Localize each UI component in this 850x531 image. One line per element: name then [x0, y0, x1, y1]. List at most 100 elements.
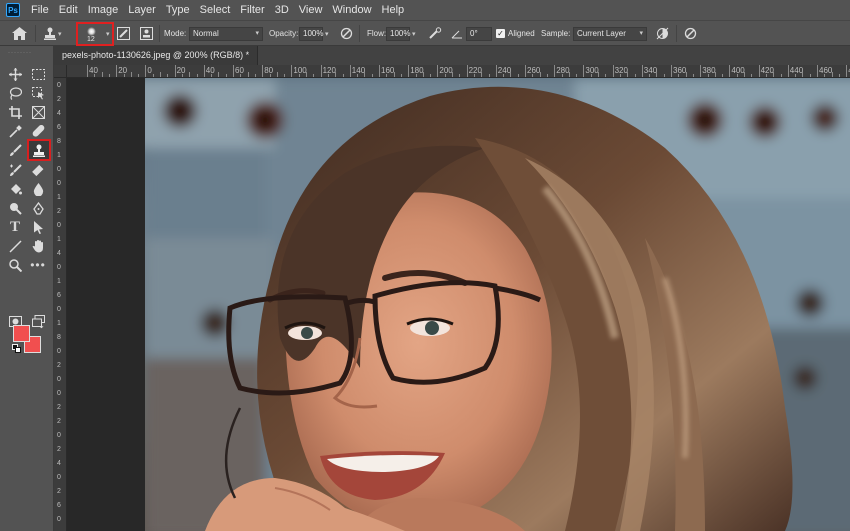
- lasso-tool[interactable]: [5, 84, 25, 102]
- ruler-minor-tick: [160, 72, 161, 77]
- ruler-minor-tick: [196, 74, 198, 77]
- zoom-tool[interactable]: [5, 256, 25, 274]
- ruler-tick-label: 0: [57, 474, 61, 481]
- sample-select[interactable]: Current Layer ▾: [573, 21, 647, 46]
- ruler-tick-label: 2: [57, 418, 61, 425]
- ruler-tick-label: 0: [57, 82, 61, 89]
- checkbox-checked-icon[interactable]: ✓: [496, 29, 505, 38]
- airbrush-button[interactable]: [428, 21, 442, 46]
- brush-tool[interactable]: [5, 141, 25, 159]
- eraser-tool[interactable]: [28, 161, 48, 179]
- ruler-minor-tick: [561, 74, 563, 77]
- screen-mode-button[interactable]: [28, 312, 48, 330]
- healing-brush-tool[interactable]: [28, 122, 48, 140]
- aligned-checkbox[interactable]: ✓ Aligned: [496, 21, 535, 46]
- menu-image[interactable]: Image: [83, 0, 124, 20]
- paint-bucket-icon: [10, 183, 22, 194]
- ruler-minor-tick: [780, 74, 782, 77]
- brush-preset-picker[interactable]: 12 ▾: [76, 22, 114, 46]
- blur-tool[interactable]: [28, 180, 48, 198]
- frame-tool[interactable]: [28, 103, 48, 121]
- opacity-field[interactable]: 100% ▾: [299, 21, 329, 46]
- menu-view[interactable]: View: [294, 0, 328, 20]
- ruler-tick: [466, 65, 468, 77]
- hand-tool[interactable]: [28, 237, 48, 255]
- ignore-adjustment-layers-button[interactable]: [656, 21, 669, 46]
- ruler-tick-label: 300: [585, 66, 599, 75]
- ruler-minor-tick: [590, 74, 592, 77]
- ruler-minor-tick: [211, 74, 213, 77]
- ruler-minor-tick: [94, 74, 96, 77]
- ruler-tick: [379, 65, 380, 77]
- foreground-color-swatch[interactable]: [13, 325, 30, 342]
- chevron-down-icon[interactable]: ▾: [412, 30, 416, 38]
- marquee-tool[interactable]: [28, 65, 48, 83]
- history-brush-tool[interactable]: [5, 161, 25, 179]
- frame-icon: [31, 105, 45, 119]
- ruler-minor-tick: [101, 72, 103, 77]
- menu-edit[interactable]: Edit: [54, 0, 83, 20]
- default-colors-icon[interactable]: [12, 344, 21, 353]
- ruler-minor-tick: [327, 74, 329, 77]
- crop-tool[interactable]: [5, 103, 25, 121]
- pressure-opacity-button[interactable]: [340, 21, 353, 46]
- menu-help[interactable]: Help: [377, 0, 410, 20]
- path-select-tool[interactable]: [28, 218, 48, 236]
- brush-icon: [9, 143, 22, 156]
- flow-value[interactable]: 100%: [386, 26, 410, 41]
- ruler-minor-tick: [692, 74, 694, 77]
- chevron-down-icon[interactable]: ▾: [325, 30, 329, 38]
- mode-select[interactable]: Normal ▾: [189, 21, 263, 46]
- pressure-icon: [340, 27, 353, 40]
- menu-select[interactable]: Select: [195, 0, 236, 20]
- horizontal-ruler[interactable]: 40 20 0 20 40 60 80 100 120 140 160 180 200 220 240 260…: [67, 65, 850, 78]
- ruler-tick-label: 1: [57, 320, 61, 327]
- ruler-tick-label: 320: [614, 66, 628, 75]
- eyedropper-tool[interactable]: [5, 122, 25, 140]
- dodge-tool[interactable]: [5, 199, 25, 217]
- brush-settings-button[interactable]: [117, 21, 130, 46]
- document-tab[interactable]: pexels-photo-1130626.jpeg @ 200% (RGB/8)…: [54, 46, 259, 65]
- pen-tool[interactable]: [28, 199, 48, 217]
- ruler-tick-label: 260: [527, 66, 541, 75]
- menu-file[interactable]: File: [26, 0, 54, 20]
- menu-filter[interactable]: Filter: [235, 0, 269, 20]
- magnifier-icon: [8, 258, 22, 272]
- chevron-down-icon: ▾: [639, 29, 643, 37]
- type-tool[interactable]: T: [5, 218, 25, 236]
- ruler-tick-label: 100: [293, 66, 307, 75]
- pressure-size-button[interactable]: [684, 21, 697, 46]
- move-tool[interactable]: [5, 65, 25, 83]
- menu-3d[interactable]: 3D: [270, 0, 294, 20]
- angle-field[interactable]: 0°: [451, 21, 492, 46]
- home-button[interactable]: [12, 21, 27, 46]
- line-tool[interactable]: [5, 237, 25, 255]
- flow-field[interactable]: 100% ▾: [386, 21, 416, 46]
- arrow-pointer-icon: [33, 220, 43, 234]
- ruler-minor-tick: [386, 74, 388, 77]
- ruler-minor-tick: [152, 74, 154, 77]
- airbrush-icon: [429, 27, 442, 39]
- drop-icon: [33, 182, 43, 196]
- clone-source-button[interactable]: [140, 21, 153, 46]
- ruler-tick: [145, 65, 147, 77]
- more-tools-button[interactable]: •••: [28, 256, 48, 274]
- pen-icon: [32, 201, 44, 215]
- ruler-tick: [612, 65, 614, 77]
- paint-bucket-tool[interactable]: [5, 180, 25, 198]
- document-canvas[interactable]: [145, 78, 850, 531]
- object-select-tool[interactable]: [28, 84, 48, 102]
- menu-layer[interactable]: Layer: [123, 0, 161, 20]
- menu-window[interactable]: Window: [327, 0, 376, 20]
- angle-value[interactable]: 0°: [466, 26, 492, 41]
- tool-preset-picker[interactable]: ▾: [44, 21, 62, 46]
- ellipsis-icon: •••: [30, 258, 46, 272]
- ruler-tick-label: 360: [673, 66, 687, 75]
- vertical-ruler[interactable]: 02468100120140160180200220240260: [54, 78, 67, 531]
- ruler-origin[interactable]: [54, 65, 67, 78]
- clone-stamp-tool[interactable]: [27, 139, 51, 161]
- menu-type[interactable]: Type: [161, 0, 195, 20]
- ruler-minor-tick: [357, 74, 359, 77]
- opacity-value[interactable]: 100%: [299, 26, 323, 41]
- panel-grip-icon[interactable]: ········: [8, 50, 46, 56]
